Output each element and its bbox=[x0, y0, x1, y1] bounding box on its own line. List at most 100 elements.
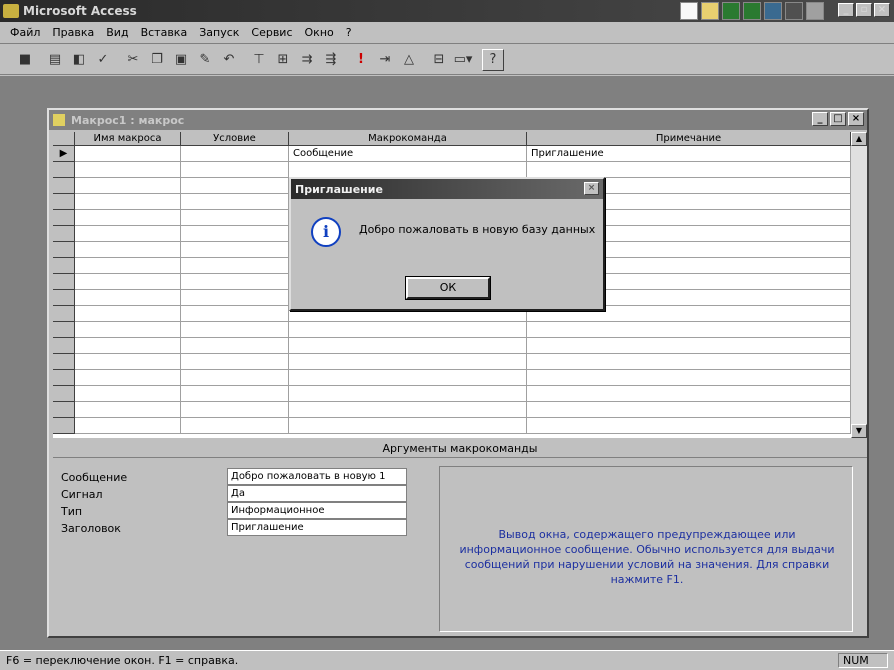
row-selector[interactable] bbox=[53, 226, 75, 242]
close-icon[interactable]: × bbox=[874, 3, 890, 17]
row-selector-current[interactable]: ▶ bbox=[53, 146, 75, 162]
row-selector[interactable] bbox=[53, 178, 75, 194]
cut-icon[interactable]: ✂ bbox=[122, 49, 144, 71]
grid-cell[interactable] bbox=[75, 370, 181, 386]
row-selector[interactable] bbox=[53, 338, 75, 354]
minimize-icon[interactable]: _ bbox=[812, 112, 828, 126]
arg-beep-field[interactable]: Да bbox=[227, 485, 407, 502]
row-selector[interactable] bbox=[53, 306, 75, 322]
grid-cell[interactable] bbox=[75, 274, 181, 290]
row-selector[interactable] bbox=[53, 242, 75, 258]
grid-cell[interactable] bbox=[289, 402, 527, 418]
grid-cell[interactable] bbox=[181, 402, 289, 418]
row-selector[interactable] bbox=[53, 322, 75, 338]
row-selector[interactable] bbox=[53, 194, 75, 210]
scroll-up-icon[interactable]: ▲ bbox=[851, 132, 867, 146]
arg-message-field[interactable]: Добро пожаловать в новую 1 bbox=[227, 468, 407, 485]
grid-cell[interactable] bbox=[75, 210, 181, 226]
grid-cell[interactable] bbox=[181, 274, 289, 290]
word-icon[interactable] bbox=[722, 2, 740, 20]
grid-cell[interactable] bbox=[75, 290, 181, 306]
row-selector[interactable] bbox=[53, 418, 75, 434]
grid-cell[interactable] bbox=[181, 370, 289, 386]
close-icon[interactable]: × bbox=[584, 182, 599, 195]
save-icon[interactable]: ■ bbox=[14, 49, 36, 71]
scroll-down-icon[interactable]: ▼ bbox=[851, 424, 867, 438]
grid-cell[interactable] bbox=[181, 386, 289, 402]
grid-cell[interactable] bbox=[75, 418, 181, 434]
grid-cell[interactable] bbox=[181, 290, 289, 306]
single-step-icon[interactable]: ⇥ bbox=[374, 49, 396, 71]
powerpoint-icon[interactable] bbox=[764, 2, 782, 20]
database-window-icon[interactable]: ⊟ bbox=[428, 49, 450, 71]
office-icon[interactable] bbox=[806, 2, 824, 20]
grid-cell[interactable] bbox=[75, 386, 181, 402]
grid-cell[interactable] bbox=[75, 258, 181, 274]
document-icon[interactable] bbox=[680, 2, 698, 20]
grid-cell[interactable] bbox=[75, 242, 181, 258]
grid-cell[interactable] bbox=[75, 194, 181, 210]
excel-icon[interactable] bbox=[743, 2, 761, 20]
grid-cell[interactable] bbox=[181, 258, 289, 274]
grid-cell[interactable] bbox=[289, 418, 527, 434]
undo-icon[interactable]: ↶ bbox=[218, 49, 240, 71]
row-selector[interactable] bbox=[53, 386, 75, 402]
menu-edit[interactable]: Правка bbox=[52, 26, 94, 39]
grid-cell[interactable] bbox=[289, 386, 527, 402]
grid-cell[interactable] bbox=[181, 226, 289, 242]
grid-cell[interactable] bbox=[527, 338, 851, 354]
cell-note[interactable]: Приглашение bbox=[527, 146, 851, 162]
macro-names-icon[interactable]: ⊤ bbox=[248, 49, 270, 71]
grid-cell[interactable] bbox=[75, 226, 181, 242]
arg-title-field[interactable]: Приглашение bbox=[227, 519, 407, 536]
grid-cell[interactable] bbox=[181, 354, 289, 370]
maximize-icon[interactable]: □ bbox=[830, 112, 846, 126]
menu-view[interactable]: Вид bbox=[106, 26, 128, 39]
grid-cell[interactable] bbox=[289, 322, 527, 338]
grid-scrollbar[interactable]: ▲ ▼ bbox=[851, 132, 867, 438]
grid-cell[interactable] bbox=[527, 322, 851, 338]
row-selector[interactable] bbox=[53, 290, 75, 306]
restore-icon[interactable]: ▫ bbox=[856, 3, 872, 17]
grid-cell[interactable] bbox=[289, 354, 527, 370]
run-icon[interactable]: ! bbox=[350, 49, 372, 71]
grid-cell[interactable] bbox=[75, 306, 181, 322]
grid-cell[interactable] bbox=[181, 322, 289, 338]
folder-icon[interactable] bbox=[701, 2, 719, 20]
cell-action[interactable]: Сообщение bbox=[289, 146, 527, 162]
grid-cell[interactable] bbox=[181, 338, 289, 354]
ok-button[interactable]: ОК bbox=[405, 276, 491, 300]
cell-macro-name[interactable] bbox=[75, 146, 181, 162]
row-selector[interactable] bbox=[53, 274, 75, 290]
grid-cell[interactable] bbox=[181, 194, 289, 210]
help-icon[interactable]: ? bbox=[482, 48, 504, 71]
grid-cell[interactable] bbox=[75, 338, 181, 354]
menu-tools[interactable]: Сервис bbox=[251, 26, 292, 39]
grid-cell[interactable] bbox=[527, 162, 851, 178]
grid-cell[interactable] bbox=[527, 370, 851, 386]
grid-cell[interactable] bbox=[527, 402, 851, 418]
grid-cell[interactable] bbox=[75, 322, 181, 338]
grid-cell[interactable] bbox=[181, 210, 289, 226]
grid-cell[interactable] bbox=[75, 178, 181, 194]
row-selector[interactable] bbox=[53, 258, 75, 274]
insert-row-icon[interactable]: ⇉ bbox=[296, 49, 318, 71]
paste-icon[interactable]: ▣ bbox=[170, 49, 192, 71]
conditions-icon[interactable]: ⊞ bbox=[272, 49, 294, 71]
grid-cell[interactable] bbox=[75, 354, 181, 370]
build-icon[interactable]: △ bbox=[398, 49, 420, 71]
format-painter-icon[interactable]: ✎ bbox=[194, 49, 216, 71]
access-icon[interactable] bbox=[785, 2, 803, 20]
row-selector[interactable] bbox=[53, 162, 75, 178]
grid-cell[interactable] bbox=[75, 402, 181, 418]
delete-row-icon[interactable]: ⇶ bbox=[320, 49, 342, 71]
grid-cell[interactable] bbox=[289, 370, 527, 386]
row-selector[interactable] bbox=[53, 354, 75, 370]
grid-cell[interactable] bbox=[181, 306, 289, 322]
menu-run[interactable]: Запуск bbox=[199, 26, 239, 39]
close-icon[interactable]: × bbox=[848, 112, 864, 126]
cell-condition[interactable] bbox=[181, 146, 289, 162]
menu-file[interactable]: Файл bbox=[10, 26, 40, 39]
row-selector[interactable] bbox=[53, 402, 75, 418]
grid-cell[interactable] bbox=[181, 162, 289, 178]
